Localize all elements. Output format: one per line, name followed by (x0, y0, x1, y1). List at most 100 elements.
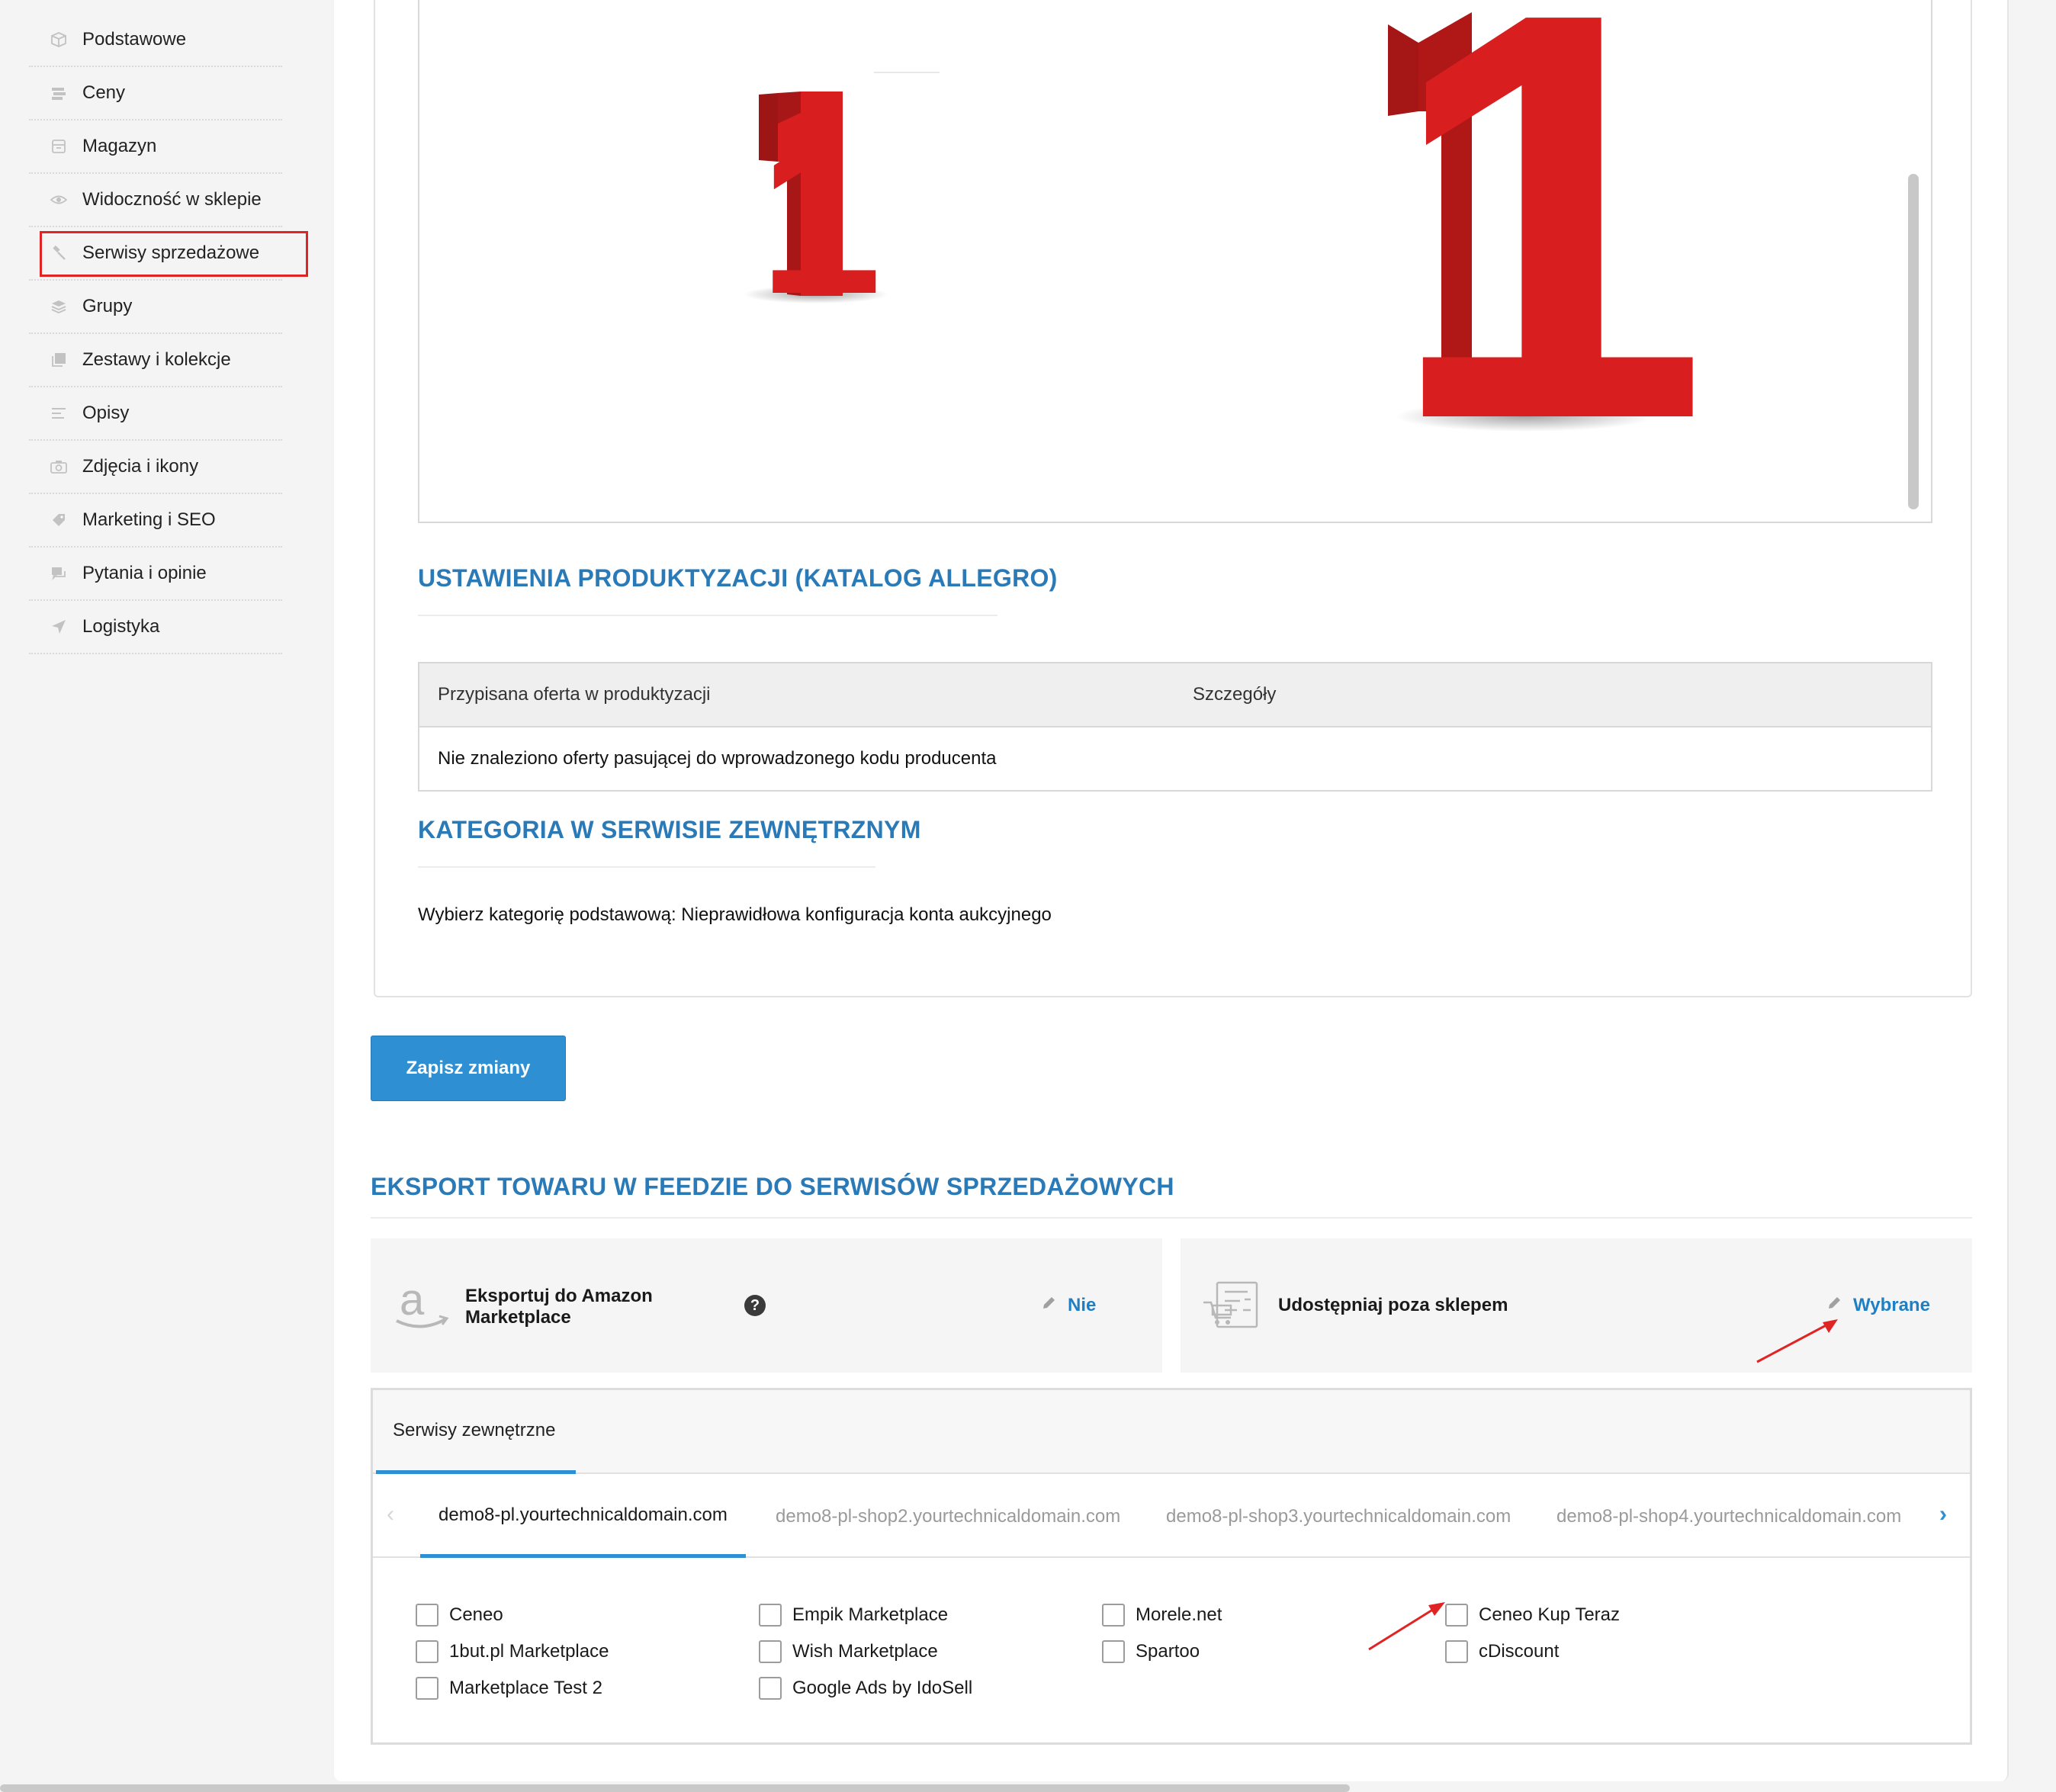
sidebar-item-zdjecia[interactable]: Zdjęcia i ikony (29, 441, 282, 494)
sidebar-item-opisy[interactable]: Opisy (29, 387, 282, 441)
service-label: Empik Marketplace (792, 1604, 949, 1625)
horizontal-scrollbar[interactable] (0, 1784, 1350, 1792)
camera-icon (47, 458, 70, 475)
amazon-export-panel: a Eksportuj do Amazon Marketplace ? Nie (371, 1238, 1162, 1373)
external-tabbar: Serwisy zewnętrzne (373, 1390, 1970, 1474)
service-checkbox-google-ads[interactable]: Google Ads by IdoSell (759, 1677, 972, 1700)
price-icon (47, 85, 70, 101)
checkbox-icon[interactable] (759, 1640, 782, 1663)
sidebar: Podstawowe Ceny Magazyn Widoczność w skl… (0, 0, 334, 1792)
gavel-icon (47, 245, 70, 262)
tag-icon (47, 512, 70, 528)
share-outside-label: Udostępniaj poza sklepem (1278, 1295, 1508, 1315)
sidebar-item-zestawy[interactable]: Zestawy i kolekcje (29, 334, 282, 387)
service-checkbox-morele[interactable]: Morele.net (1102, 1604, 1222, 1627)
col-assigned-offer: Przypisana oferta w produktyzacji (438, 684, 711, 705)
productization-divider (418, 615, 997, 616)
checkbox-icon[interactable] (416, 1640, 439, 1663)
sidebar-item-label: Logistyka (82, 616, 160, 637)
sidebar-item-label: Grupy (82, 296, 133, 316)
checkbox-icon[interactable] (759, 1677, 782, 1700)
tab-shop-2[interactable]: demo8-pl-shop2.yourtechnicaldomain.com (776, 1476, 1120, 1558)
empty-message: Nie znaleziono oferty pasującej do wprow… (438, 748, 997, 769)
pencil-icon[interactable] (1040, 1295, 1057, 1316)
large-digit: 1 (1386, 0, 1709, 523)
service-label: Google Ads by IdoSell (792, 1678, 973, 1698)
table-row: Nie znaleziono oferty pasującej do wprow… (419, 727, 1931, 790)
sidebar-item-label: Podstawowe (82, 29, 187, 50)
service-checkbox-ceneo-kup-teraz[interactable]: Ceneo Kup Teraz (1445, 1604, 1620, 1627)
category-title: KATEGORIA W SERWISIE ZEWNĘTRZNYM (418, 816, 921, 843)
tab-external-services[interactable]: Serwisy zewnętrzne (376, 1390, 576, 1474)
tab-shop-4[interactable]: demo8-pl-shop4.yourtechnicaldomain.com (1556, 1476, 1901, 1558)
sidebar-item-logistyka[interactable]: Logistyka (29, 601, 282, 654)
help-icon[interactable]: ? (744, 1295, 766, 1316)
service-checkbox-wish[interactable]: Wish Marketplace (759, 1640, 938, 1663)
category-divider (418, 866, 875, 868)
tab-shop-1[interactable]: demo8-pl.yourtechnicaldomain.com (420, 1476, 746, 1558)
share-outside-value[interactable]: Wybrane (1853, 1295, 1930, 1316)
sidebar-item-marketing[interactable]: Marketing i SEO (29, 494, 282, 548)
sidebar-item-grupy[interactable]: Grupy (29, 281, 282, 334)
share-outside-panel: Udostępniaj poza sklepem Wybrane (1181, 1238, 1972, 1373)
sidebar-item-label: Opisy (82, 403, 130, 423)
save-changes-button[interactable]: Zapisz zmiany (371, 1036, 566, 1101)
sidebar-item-serwisy-sprzedazowe[interactable]: Serwisy sprzedażowe (29, 227, 308, 281)
sidebar-item-label: Marketing i SEO (82, 509, 216, 530)
category-status: Wybierz kategorię podstawową: Nieprawidł… (418, 904, 1052, 925)
tab-shop-3[interactable]: demo8-pl-shop3.yourtechnicaldomain.com (1166, 1476, 1511, 1558)
chat-icon (47, 565, 70, 582)
service-label: Wish Marketplace (792, 1641, 938, 1662)
service-checkbox-spartoo[interactable]: Spartoo (1102, 1640, 1200, 1663)
external-services-box: Serwisy zewnętrzne ‹ demo8-pl.yourtechni… (371, 1388, 1972, 1745)
sidebar-item-magazyn[interactable]: Magazyn (29, 120, 282, 174)
sidebar-menu: Podstawowe Ceny Magazyn Widoczność w skl… (29, 14, 308, 654)
sidebar-item-label: Zdjęcia i ikony (82, 456, 199, 477)
export-divider (371, 1217, 1972, 1219)
chevron-left-icon[interactable]: ‹ (387, 1501, 394, 1527)
table-header: Przypisana oferta w produktyzacji Szczeg… (419, 663, 1931, 727)
productization-title: USTAWIENIA PRODUKTYZACJI (KATALOG ALLEGR… (418, 564, 1058, 592)
shop-tabbar: ‹ demo8-pl.yourtechnicaldomain.com demo8… (373, 1476, 1970, 1558)
text-lines-icon (47, 405, 70, 422)
sidebar-item-pytania[interactable]: Pytania i opinie (29, 548, 282, 601)
preview-scrollbar[interactable] (1908, 174, 1919, 509)
service-label: Morele.net (1136, 1604, 1222, 1625)
sidebar-item-widocznosc[interactable]: Widoczność w sklepie (29, 174, 282, 227)
service-checkbox-empik[interactable]: Empik Marketplace (759, 1604, 948, 1627)
amazon-export-label: Eksportuj do Amazon Marketplace (465, 1286, 653, 1328)
eye-icon (47, 191, 70, 208)
amazon-export-value[interactable]: Nie (1068, 1295, 1096, 1316)
service-label: Ceneo (449, 1604, 503, 1625)
checkbox-icon[interactable] (759, 1604, 782, 1627)
annotation-arrow (1368, 1602, 1445, 1651)
service-checkbox-1but[interactable]: 1but.pl Marketplace (416, 1640, 609, 1663)
sidebar-item-label: Pytania i opinie (82, 563, 207, 583)
description-preview[interactable]: 1 1 (418, 0, 1932, 523)
checkbox-icon[interactable] (416, 1677, 439, 1700)
sidebar-item-podstawowe[interactable]: Podstawowe (29, 14, 282, 67)
chevron-right-icon[interactable]: › (1939, 1501, 1947, 1527)
share-feed-icon (1200, 1280, 1261, 1334)
collection-icon (47, 352, 70, 368)
checkbox-icon[interactable] (1102, 1640, 1125, 1663)
main-panel: 1 1 USTAWIENIA PRODUKTYZACJI (KATALOG AL… (334, 0, 2009, 1781)
sidebar-item-label: Widoczność w sklepie (82, 189, 262, 210)
layers-icon (47, 298, 70, 315)
amazon-icon: a (392, 1275, 450, 1335)
export-title: EKSPORT TOWARU W FEEDZIE DO SERWISÓW SPR… (371, 1173, 1174, 1200)
sidebar-item-label: Zestawy i kolekcje (82, 349, 231, 370)
service-checkbox-cdiscount[interactable]: cDiscount (1445, 1640, 1559, 1663)
sidebar-item-label: Serwisy sprzedażowe (82, 242, 260, 263)
checkbox-icon[interactable] (416, 1604, 439, 1627)
sidebar-item-ceny[interactable]: Ceny (29, 67, 282, 120)
service-label: Ceneo Kup Teraz (1479, 1604, 1621, 1625)
checkbox-icon[interactable] (1102, 1604, 1125, 1627)
service-label: 1but.pl Marketplace (449, 1641, 609, 1662)
service-checkbox-marketplace-test-2[interactable]: Marketplace Test 2 (416, 1677, 602, 1700)
small-digit: 1 (759, 93, 882, 340)
box-icon (47, 31, 70, 48)
service-label: cDiscount (1479, 1641, 1560, 1662)
svg-text:a: a (400, 1281, 425, 1325)
service-checkbox-ceneo[interactable]: Ceneo (416, 1604, 503, 1627)
